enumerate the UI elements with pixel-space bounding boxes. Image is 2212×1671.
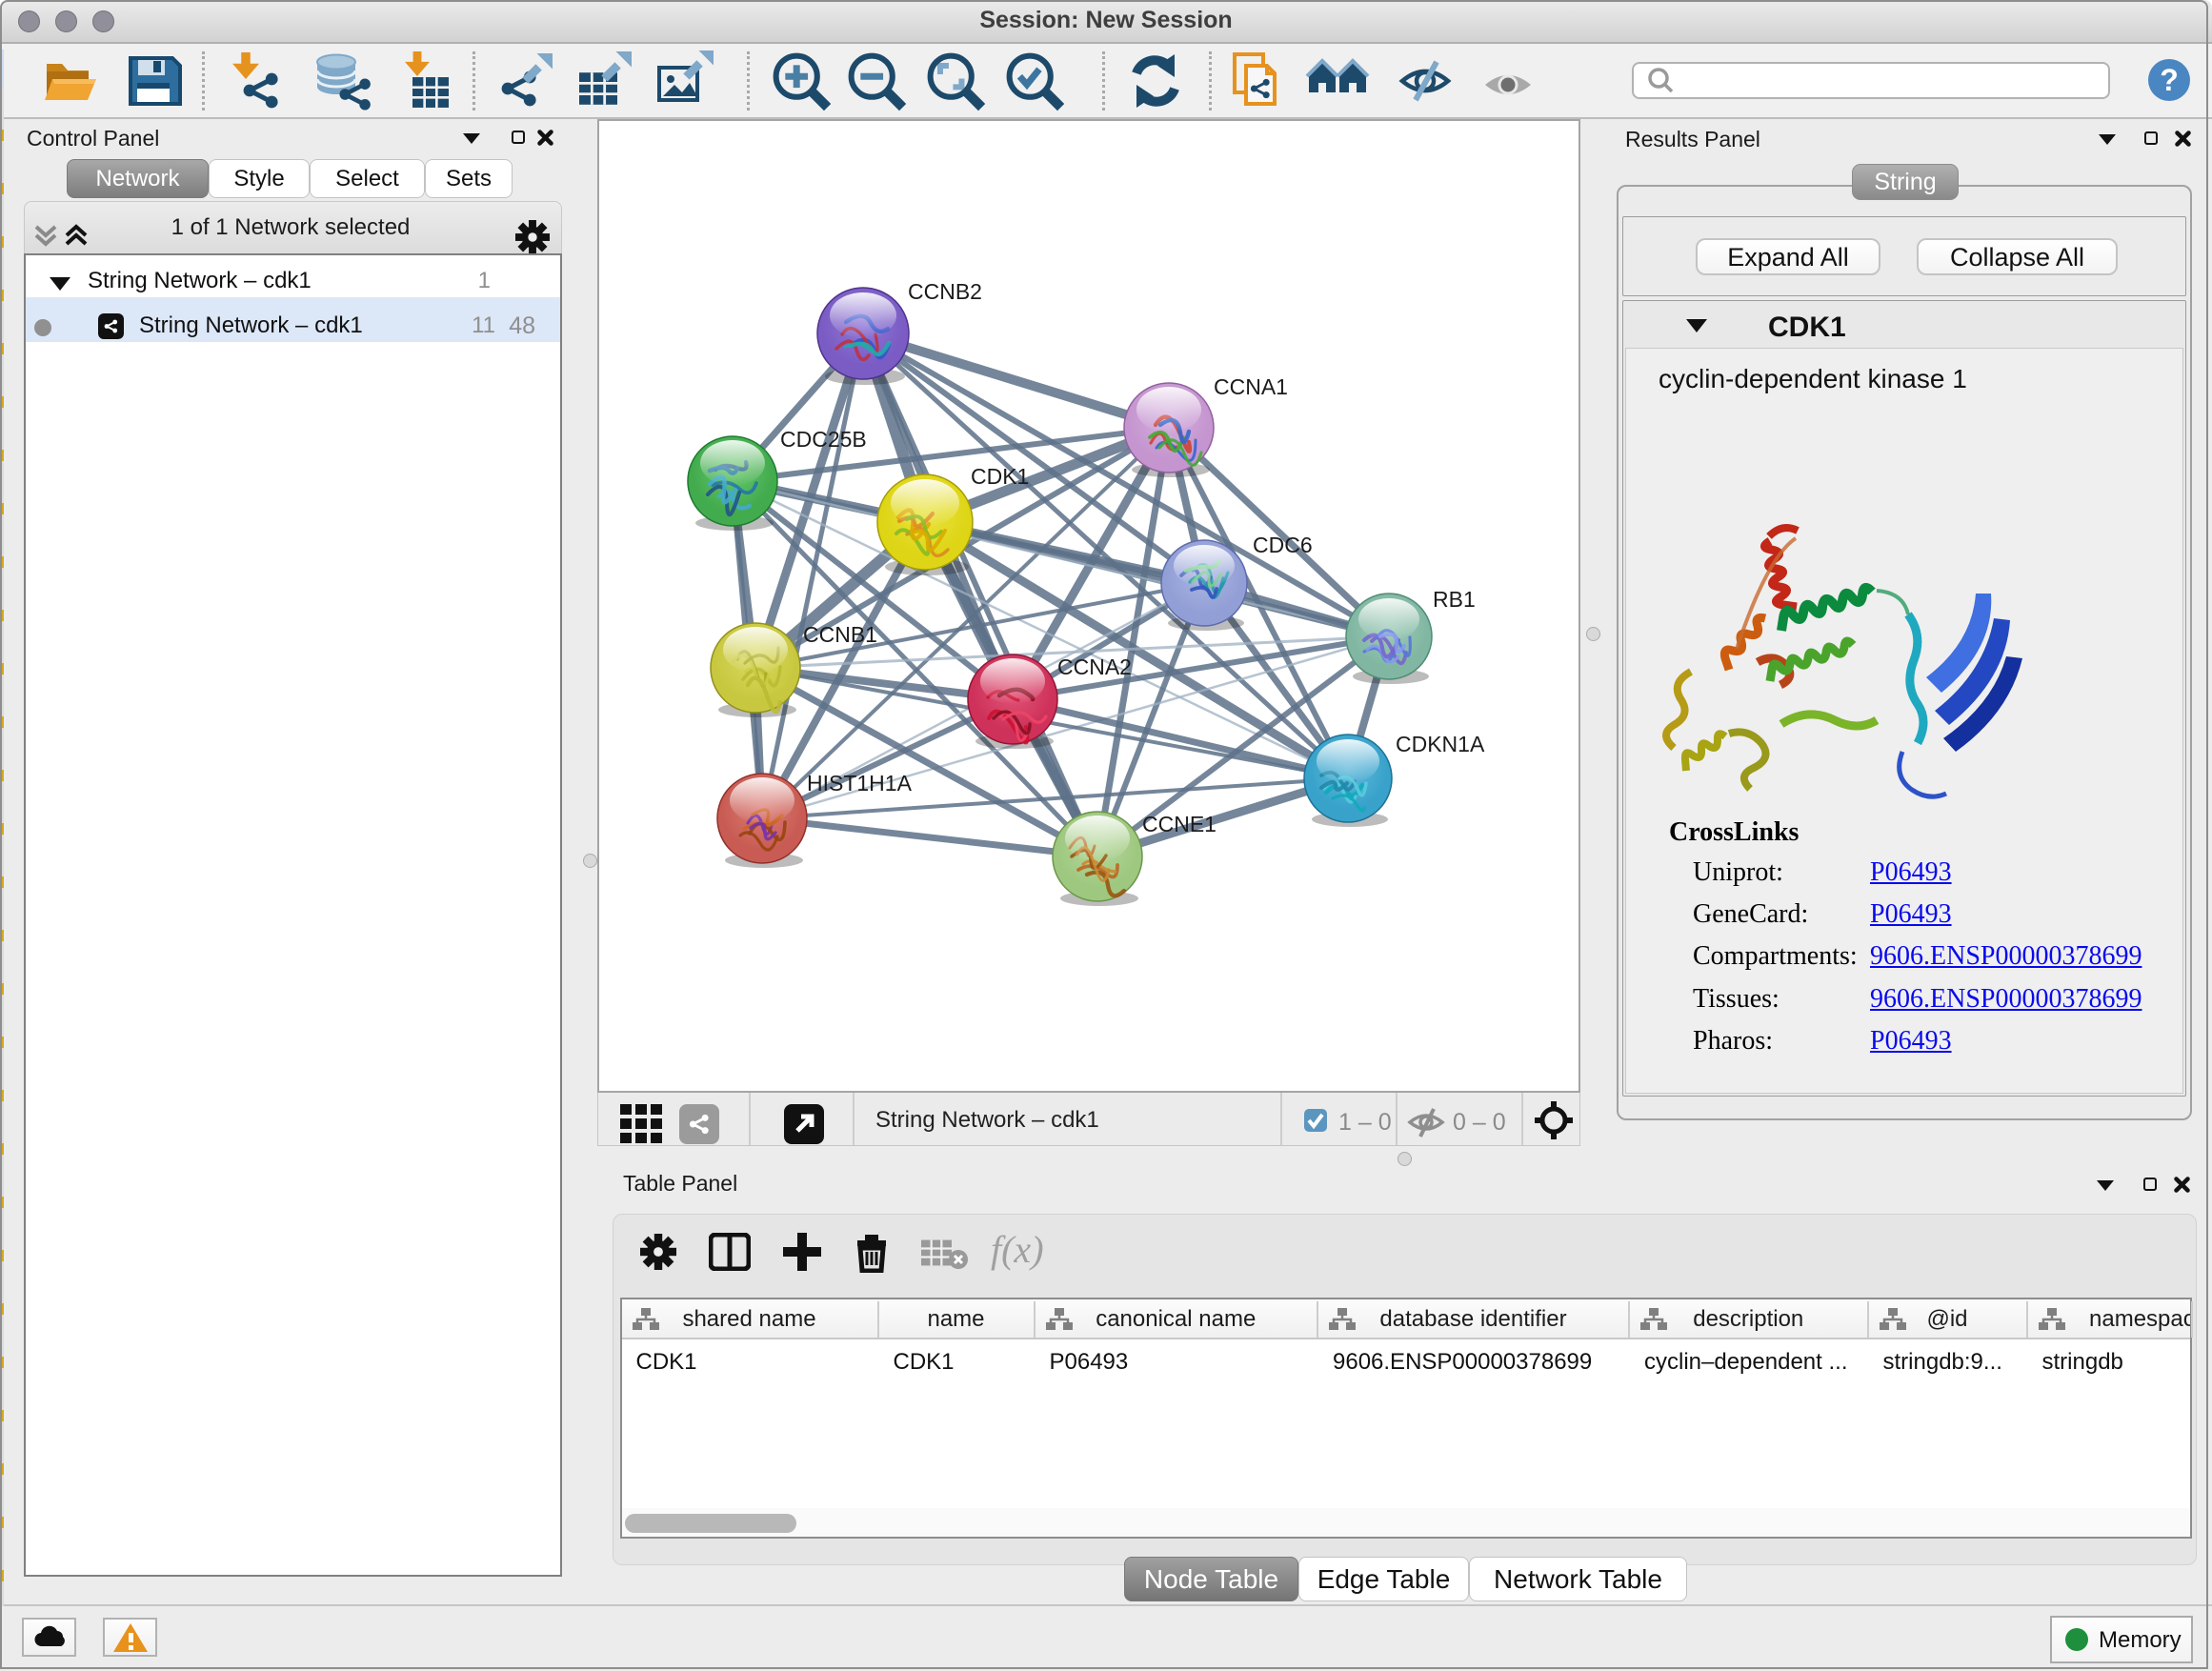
svg-text:?: ? <box>2160 63 2179 97</box>
svg-text:CCNB2: CCNB2 <box>908 279 982 304</box>
svg-text:CDC6: CDC6 <box>1253 533 1313 557</box>
svg-text:CDK1: CDK1 <box>971 464 1029 489</box>
svg-text:CCNA2: CCNA2 <box>1057 654 1132 679</box>
svg-text:HIST1H1A: HIST1H1A <box>807 771 913 795</box>
svg-text:CCNB1: CCNB1 <box>803 622 877 647</box>
svg-text:CDKN1A: CDKN1A <box>1396 732 1485 756</box>
svg-text:CCNE1: CCNE1 <box>1142 812 1217 836</box>
svg-text:CCNA1: CCNA1 <box>1214 374 1288 399</box>
svg-text:CDC25B: CDC25B <box>780 427 867 452</box>
svg-text:RB1: RB1 <box>1433 587 1476 612</box>
